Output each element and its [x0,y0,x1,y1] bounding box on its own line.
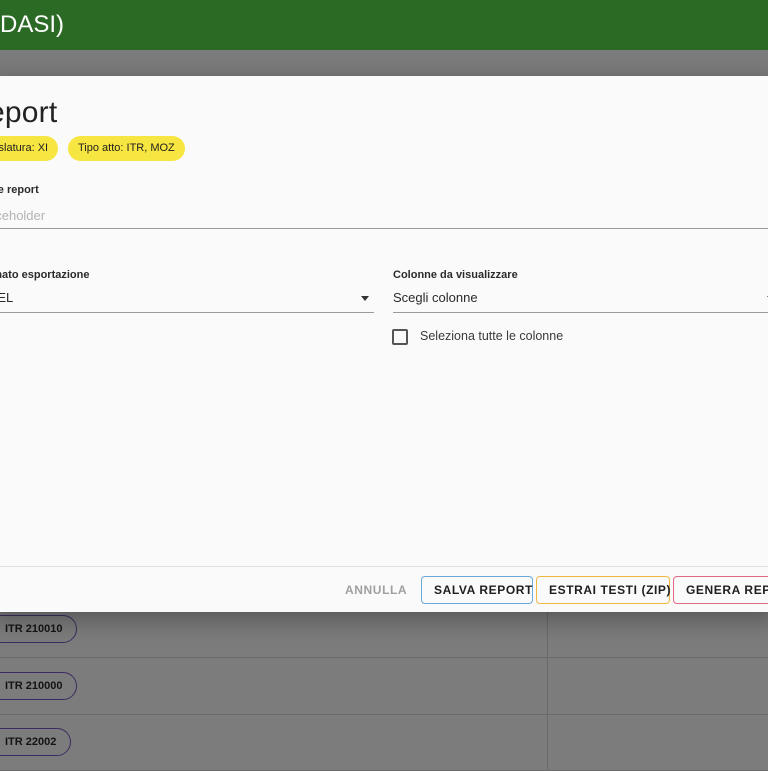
table-row[interactable]: ITR 210000 [0,658,768,715]
dialog-title: eport [0,96,58,129]
generate-report-button[interactable]: GENERA REPO [673,576,768,604]
filter-chip-tipo-atto: Tipo atto: ITR, MOZ [68,136,185,161]
cell-divider [547,658,548,714]
checkbox-unchecked-icon[interactable] [392,329,408,345]
app-bar: -DASI) [0,0,768,50]
format-select[interactable]: CEL [0,284,374,313]
footer-divider [0,566,768,567]
cell-divider [547,714,548,770]
columns-select[interactable]: Scegli colonne [393,284,768,313]
report-dialog: eport gislatura: XI Tipo atto: ITR, MOZ … [0,76,768,612]
atto-chip[interactable]: ITR 22002 [0,728,72,756]
report-name-input[interactable] [0,202,768,229]
save-report-button[interactable]: SALVA REPORT [421,576,533,604]
table-row[interactable]: ITR 22002 [0,714,768,771]
name-field-label: me report [0,184,39,196]
filter-chip-legislatura: gislatura: XI [0,136,59,161]
atto-chip[interactable]: ITR 210010 [0,615,78,643]
select-all-columns-label[interactable]: Seleziona tutte le colonne [420,329,563,343]
format-select-value: CEL [0,290,14,305]
app-title: -DASI) [0,11,64,38]
arrow-drop-down-icon [361,296,369,301]
format-field-label: rmato esportazione [0,269,90,281]
columns-select-value: Scegli colonne [393,290,478,305]
atto-chip[interactable]: ITR 210000 [0,672,78,700]
columns-field-label: Colonne da visualizzare [393,269,518,281]
cancel-button[interactable]: ANNULLA [341,576,411,604]
extract-texts-zip-button[interactable]: ESTRAI TESTI (ZIP) [536,576,671,604]
